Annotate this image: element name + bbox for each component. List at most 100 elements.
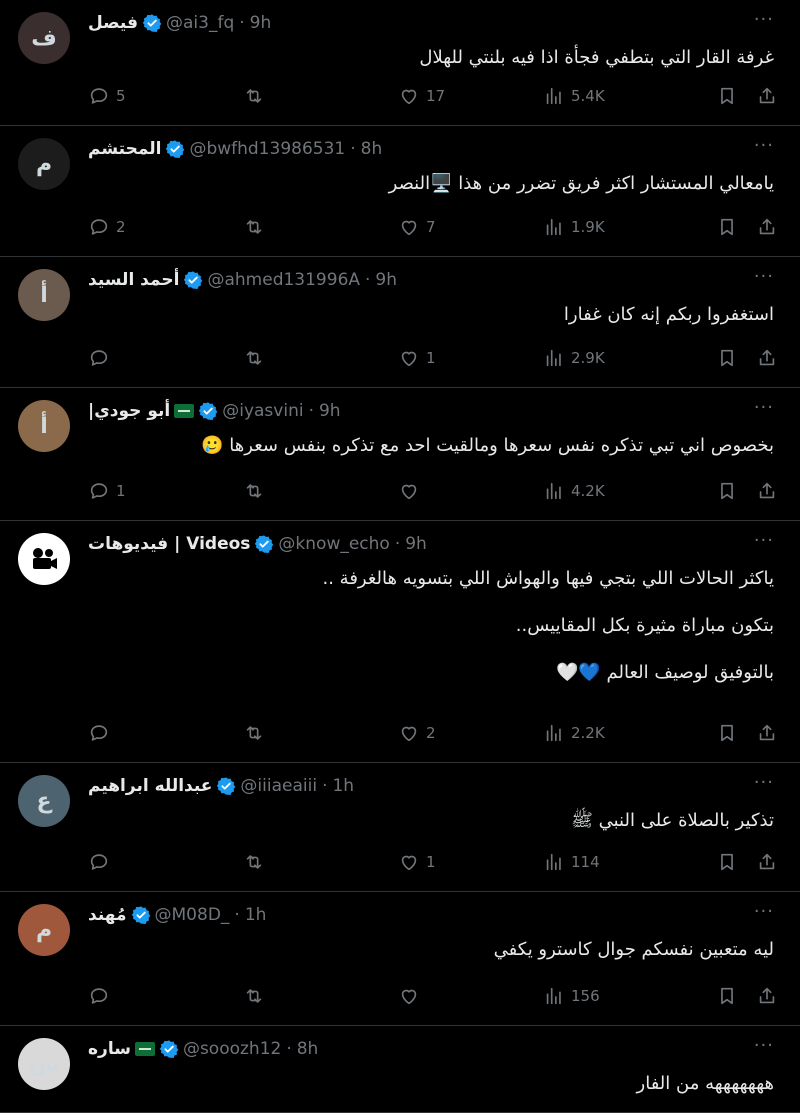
handle[interactable]: @know_echo xyxy=(278,534,389,554)
retweet-button[interactable] xyxy=(243,851,398,873)
handle[interactable]: @iiiaeaiii xyxy=(240,776,317,796)
tweet-header: ساره @sooozh12 · 8h xyxy=(88,1038,774,1060)
timestamp[interactable]: 9h xyxy=(250,13,272,33)
bookmark-button[interactable] xyxy=(716,347,738,369)
reply-button[interactable] xyxy=(88,347,243,369)
handle[interactable]: @M08D_ xyxy=(155,905,230,925)
bookmark-button[interactable] xyxy=(716,985,738,1007)
retweet-button[interactable] xyxy=(243,85,398,107)
avatar[interactable]: م xyxy=(18,904,70,956)
tweet[interactable]: فيديوهات | Videos @know_echo · 9h ··· ياكثر ا… xyxy=(0,521,800,763)
bookmark-button[interactable] xyxy=(716,851,738,873)
display-name[interactable]: المحتشم xyxy=(88,139,161,159)
avatar[interactable]: س xyxy=(18,1038,70,1090)
reply-icon xyxy=(90,219,108,235)
timestamp[interactable]: 9h xyxy=(319,401,341,421)
views-bar-chart-icon xyxy=(546,482,561,500)
views-button[interactable]: 5.4K xyxy=(543,85,698,107)
display-name[interactable]: عبدالله ابراهيم xyxy=(88,776,212,796)
views-bar-chart-icon xyxy=(546,987,561,1005)
reply-button[interactable] xyxy=(88,985,243,1007)
bookmark-button[interactable] xyxy=(716,480,738,502)
views-button[interactable]: 4.2K xyxy=(543,480,698,502)
views-button[interactable]: 114 xyxy=(543,851,698,873)
tweet[interactable]: س ساره @sooozh12 · 8h ··· هههههههه من الفار xyxy=(0,1026,800,1113)
tweet[interactable]: أ |أبو جودي @iyasvini · 9h ··· بخصوص اني تبي ت… xyxy=(0,388,800,521)
display-name[interactable]: أحمد السيد xyxy=(88,270,179,290)
share-button[interactable] xyxy=(756,480,778,502)
retweet-icon xyxy=(246,89,262,103)
share-button[interactable] xyxy=(756,985,778,1007)
like-button[interactable]: 1 xyxy=(398,347,543,369)
reply-button[interactable] xyxy=(88,851,243,873)
retweet-button[interactable] xyxy=(243,480,398,502)
like-count: 2 xyxy=(426,724,436,742)
share-button[interactable] xyxy=(756,85,778,107)
share-button[interactable] xyxy=(756,216,778,238)
timestamp[interactable]: 1h xyxy=(332,776,354,796)
tweet[interactable]: أ أحمد السيد @ahmed131996A · 9h ··· استغفروا ر… xyxy=(0,257,800,388)
retweet-button[interactable] xyxy=(243,216,398,238)
handle[interactable]: @ai3_fq xyxy=(166,13,234,33)
avatar[interactable]: أ xyxy=(18,269,70,321)
handle[interactable]: @sooozh12 xyxy=(183,1039,281,1059)
tweet[interactable]: م مُهند @M08D_ · 1h ··· ليه متعبين نفسكم جوال … xyxy=(0,892,800,1026)
retweet-button[interactable] xyxy=(243,347,398,369)
reply-button[interactable]: 5 xyxy=(88,85,243,107)
views-button[interactable]: 2.9K xyxy=(543,347,698,369)
heart-icon xyxy=(401,726,417,742)
like-button[interactable]: 7 xyxy=(398,216,543,238)
tweet[interactable]: م المحتشم @bwfhd13986531 · 8h ··· يامعالي المس… xyxy=(0,126,800,257)
tweet[interactable]: ف فيصل @ai3_fq · 9h ··· غرفة القار التي بتطفي … xyxy=(0,0,800,126)
share-button[interactable] xyxy=(756,722,778,744)
display-name[interactable]: مُهند xyxy=(88,905,127,925)
timestamp[interactable]: 9h xyxy=(375,270,397,290)
heart-icon xyxy=(401,484,417,500)
tweet[interactable]: ع عبدالله ابراهيم @iiiaeaiii · 1h ··· تذكير با… xyxy=(0,763,800,892)
reply-button[interactable]: 1 xyxy=(88,480,243,502)
handle[interactable]: @bwfhd13986531 xyxy=(189,139,345,159)
like-button[interactable]: 2 xyxy=(398,722,543,744)
display-name[interactable]: |أبو جودي xyxy=(88,401,170,421)
handle[interactable]: @iyasvini xyxy=(222,401,303,421)
more-options-icon[interactable]: ··· xyxy=(754,903,774,921)
avatar[interactable]: أ xyxy=(18,400,70,452)
like-button[interactable] xyxy=(398,480,543,502)
views-button[interactable]: 156 xyxy=(543,985,698,1007)
timestamp[interactable]: 8h xyxy=(297,1039,319,1059)
avatar[interactable] xyxy=(18,533,70,585)
reply-button[interactable] xyxy=(88,722,243,744)
retweet-button[interactable] xyxy=(243,722,398,744)
more-options-icon[interactable]: ··· xyxy=(754,532,774,550)
like-button[interactable] xyxy=(398,985,543,1007)
more-options-icon[interactable]: ··· xyxy=(754,137,774,155)
avatar[interactable]: م xyxy=(18,138,70,190)
avatar[interactable]: ف xyxy=(18,12,70,64)
like-button[interactable]: 1 xyxy=(398,851,543,873)
more-options-icon[interactable]: ··· xyxy=(754,11,774,29)
more-options-icon[interactable]: ··· xyxy=(754,268,774,286)
tweet-header: أحمد السيد @ahmed131996A · 9h xyxy=(88,269,774,291)
views-button[interactable]: 1.9K xyxy=(543,216,698,238)
display-name[interactable]: ساره xyxy=(88,1039,131,1059)
like-button[interactable]: 17 xyxy=(398,85,543,107)
avatar[interactable]: ع xyxy=(18,775,70,827)
timestamp[interactable]: 1h xyxy=(245,905,267,925)
handle[interactable]: @ahmed131996A xyxy=(207,270,360,290)
retweet-button[interactable] xyxy=(243,985,398,1007)
avatar-image: ف xyxy=(18,12,70,64)
bookmark-button[interactable] xyxy=(716,722,738,744)
display-name[interactable]: فيديوهات | Videos xyxy=(88,534,250,554)
bookmark-button[interactable] xyxy=(716,85,738,107)
bookmark-button[interactable] xyxy=(716,216,738,238)
timestamp[interactable]: 9h xyxy=(405,534,427,554)
display-name[interactable]: فيصل xyxy=(88,13,138,33)
more-options-icon[interactable]: ··· xyxy=(754,399,774,417)
views-button[interactable]: 2.2K xyxy=(543,722,698,744)
reply-button[interactable]: 2 xyxy=(88,216,243,238)
share-button[interactable] xyxy=(756,347,778,369)
timestamp[interactable]: 8h xyxy=(361,139,383,159)
more-options-icon[interactable]: ··· xyxy=(754,1037,774,1055)
share-button[interactable] xyxy=(756,851,778,873)
more-options-icon[interactable]: ··· xyxy=(754,774,774,792)
